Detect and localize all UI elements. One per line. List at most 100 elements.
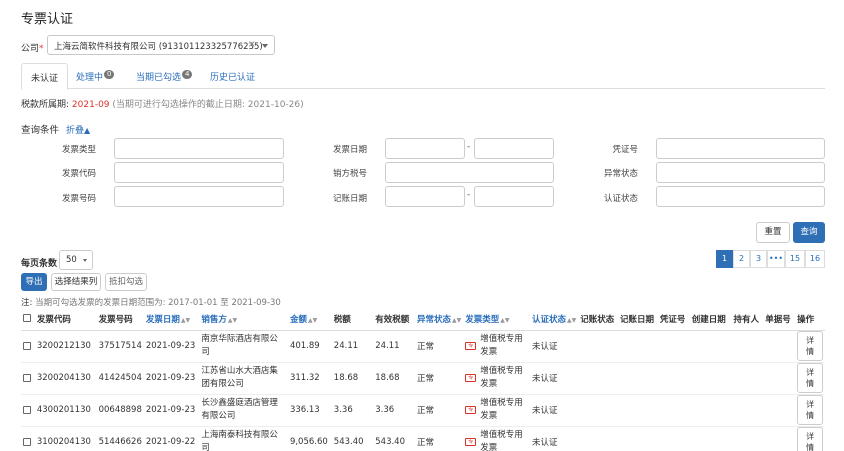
tab-current-selected[interactable]: 当期已勾选 4	[127, 63, 201, 89]
col-abnormal-status[interactable]: 异常状态▲▼	[414, 308, 464, 331]
collapse-toggle[interactable]: 折叠▲	[66, 123, 90, 136]
col-booking-status: 记账状态	[578, 308, 619, 331]
sort-icon: ▲▼	[307, 316, 318, 324]
page-size-select[interactable]: 50	[59, 250, 93, 270]
sort-icon: ▲▼	[452, 316, 462, 324]
cell-cert-status: 未认证	[529, 394, 579, 427]
voucher-no-label: 凭证号	[612, 145, 638, 155]
invoice-code-label: 发票代码	[61, 169, 96, 179]
required-mark: *	[39, 44, 44, 54]
detail-button[interactable]: 详情	[797, 363, 823, 393]
booking-date-end[interactable]	[474, 186, 554, 207]
invoice-date-end[interactable]	[474, 138, 554, 159]
abnormal-status-select[interactable]	[656, 162, 825, 183]
special-invoice-icon: 专	[465, 437, 477, 446]
cell-seller: 江苏省山水大酒店集团有限公司	[199, 362, 288, 395]
tab-badge: 4	[182, 70, 193, 79]
invoice-type-input[interactable]	[114, 138, 284, 159]
seller-tax-no-input[interactable]	[385, 162, 554, 183]
invoice-no-input[interactable]	[114, 186, 284, 207]
cell-invoice-type: 专增值税专用发票	[463, 426, 530, 451]
chevron-down-icon	[262, 44, 268, 48]
export-button[interactable]: 导出	[21, 273, 47, 291]
page-1[interactable]: 1	[716, 250, 733, 268]
row-checkbox[interactable]	[23, 405, 31, 414]
invoice-code-input[interactable]	[114, 162, 284, 183]
cell-invoice-number: 00648898	[96, 394, 144, 427]
row-checkbox[interactable]	[23, 373, 31, 382]
reset-button[interactable]: 重置	[756, 222, 790, 243]
search-button[interactable]: 查询	[793, 222, 825, 243]
sort-icon: ▲▼	[227, 316, 238, 324]
company-select[interactable]: 上海云简软件科技有限公司 (913101123325776235) ×	[47, 35, 275, 55]
deduct-select-button[interactable]: 抵扣勾选	[105, 273, 147, 291]
cell-seller: 上海南泰科技有限公司	[199, 426, 288, 451]
query-title: 查询条件	[21, 125, 60, 136]
cell-tax: 24.11	[331, 330, 374, 363]
cell-valid-tax: 18.68	[373, 362, 415, 395]
col-holder: 持有人	[731, 308, 764, 331]
page-3[interactable]: 3	[750, 250, 767, 268]
invoice-table: 发票代码 发票号码 发票日期▲▼ 销售方▲▼ 金额▲▼ 税额 有效税额 异常状态…	[21, 308, 825, 451]
cell-cert-status: 未认证	[529, 330, 579, 363]
special-invoice-icon: 专	[465, 405, 477, 414]
tax-period-note: (当期可进行勾选操作的截止日期: 2021-10-26)	[112, 100, 304, 110]
detail-button[interactable]: 详情	[797, 331, 823, 361]
select-columns-button[interactable]: 选择结果列	[51, 273, 101, 291]
invoice-date-label: 发票日期	[332, 145, 367, 155]
tab-history-certified[interactable]: 历史已认证	[201, 63, 264, 89]
detail-button[interactable]: 详情	[797, 427, 823, 451]
col-invoice-type[interactable]: 发票类型▲▼	[463, 308, 530, 331]
page-15[interactable]: 15	[785, 250, 805, 268]
range-separator: -	[467, 142, 471, 152]
cell-tax: 18.68	[331, 362, 374, 395]
cell-invoice-code: 3100204130	[34, 426, 97, 451]
date-range-note: 注: 当期可勾选发票的发票日期范围为: 2017-01-01 至 2021-09…	[21, 298, 281, 308]
cell-valid-tax: 24.11	[373, 330, 415, 363]
cell-invoice-code: 4300201130	[34, 394, 97, 427]
detail-button[interactable]: 详情	[797, 395, 823, 425]
cell-invoice-date: 2021-09-23	[143, 330, 200, 363]
col-doc-no: 单据号	[763, 308, 796, 331]
col-voucher-no: 凭证号	[657, 308, 690, 331]
col-invoice-date[interactable]: 发票日期▲▼	[143, 308, 200, 331]
col-amount[interactable]: 金额▲▼	[287, 308, 332, 331]
invoice-date-start[interactable]	[385, 138, 465, 159]
cell-tax: 543.40	[331, 426, 374, 451]
row-checkbox[interactable]	[23, 341, 31, 350]
cell-seller: 南京华际酒店有限公司	[199, 330, 288, 363]
clear-icon[interactable]: ×	[248, 39, 256, 50]
select-all-checkbox[interactable]	[23, 314, 31, 323]
page-16[interactable]: 16	[805, 250, 825, 268]
row-checkbox[interactable]	[23, 437, 31, 446]
col-actions: 操作	[795, 308, 825, 331]
cell-invoice-type: 专增值税专用发票	[463, 330, 530, 363]
page-2[interactable]: 2	[733, 250, 750, 268]
cell-amount: 401.89	[287, 330, 332, 363]
tab-bar: 未认证 处理中 0 当期已勾选 4 历史已认证	[21, 63, 825, 90]
col-invoice-code: 发票代码	[34, 308, 97, 331]
voucher-no-input[interactable]	[656, 138, 825, 159]
tab-uncertified[interactable]: 未认证	[21, 63, 69, 90]
cell-valid-tax: 3.36	[373, 394, 415, 427]
tab-badge: 0	[104, 70, 115, 79]
sort-icon: ▲▼	[566, 316, 577, 324]
cell-invoice-date: 2021-09-23	[143, 394, 200, 427]
table-row: 3200204130 41424504 2021-09-23 江苏省山水大酒店集…	[21, 362, 825, 395]
col-seller[interactable]: 销售方▲▼	[199, 308, 288, 331]
booking-date-start[interactable]	[385, 186, 465, 207]
chevron-up-icon: ▲	[84, 126, 91, 135]
col-cert-status[interactable]: 认证状态▲▼	[529, 308, 579, 331]
booking-date-label: 记账日期	[332, 194, 367, 204]
tab-processing[interactable]: 处理中 0	[67, 63, 123, 89]
range-separator: -	[467, 190, 471, 200]
invoice-type-label: 发票类型	[61, 145, 96, 155]
cell-invoice-number: 37517514	[96, 330, 144, 363]
cell-abnormal-status: 正常	[414, 394, 464, 427]
chevron-down-icon	[83, 259, 87, 262]
page-ellipsis[interactable]: •••	[767, 250, 785, 268]
page-size-label: 每页条数	[21, 259, 58, 269]
tax-period-value: 2021-09	[71, 100, 110, 110]
col-create-date: 创建日期	[689, 308, 732, 331]
cert-status-select[interactable]	[656, 186, 825, 207]
